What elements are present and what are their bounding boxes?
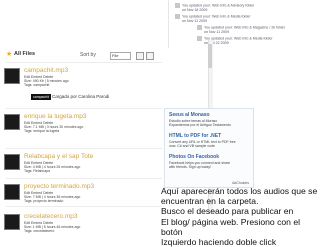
caption-line: Busco el deseado para publicar en (161, 206, 294, 217)
file-row[interactable]: Relabcapa y el sap Tote Edit Embed Delet… (4, 150, 164, 174)
update-avatar-icon (175, 14, 180, 19)
update-date: on Nov 11 2009 (204, 30, 230, 34)
file-thumbnail[interactable] (4, 114, 20, 130)
file-tags[interactable]: Tags: Relabcapa (24, 169, 50, 173)
row-divider (6, 148, 162, 149)
file-tags[interactable]: Tags: campachit (24, 83, 49, 87)
instruction-caption: Aquí aparecerán todos los audios que se … (161, 186, 319, 247)
file-thumbnail[interactable] (4, 184, 20, 200)
caption-line: El blog/ página web. Presiono con el bot… (161, 216, 301, 237)
ad-text: Expandemos por el Antiguo Testamento (169, 123, 231, 127)
file-thumbnail[interactable] (4, 154, 20, 170)
row-divider (6, 206, 162, 207)
row-divider (6, 178, 162, 179)
updates-panel: You updated your: Web Info & Advisory fo… (168, 0, 320, 48)
file-tags[interactable]: Tags: enrique la lugeta (24, 129, 59, 133)
file-name-link[interactable]: enrique la lugeta.mp3 (24, 113, 87, 120)
ad-title-link[interactable]: Seeus al Monaso (169, 112, 210, 118)
file-thumbnail[interactable] (4, 214, 20, 230)
ad-text: with friends. Sign up today! (169, 165, 212, 169)
list-view-icon[interactable] (136, 52, 144, 60)
update-avatar-icon (197, 25, 202, 30)
row-divider (6, 108, 162, 109)
file-name-link[interactable]: campachit.mp3 (24, 67, 68, 74)
grid-view-icon[interactable] (146, 52, 154, 60)
file-row[interactable]: crecelatecero.mp3 Edit Embed Delete Size… (4, 210, 164, 234)
file-row[interactable]: enrique la lugeta.mp3 Edit Embed Delete … (4, 110, 164, 134)
file-tags[interactable]: Tags: crecelatecero (24, 229, 54, 233)
caption-line: encuentran en la carpeta. (161, 196, 259, 207)
uploaded-by-label: Cargado por Carolina Parodi (52, 94, 110, 99)
sort-label: Sort by (80, 52, 96, 58)
file-tags[interactable]: Tags: proyecto terminado (24, 199, 63, 203)
sort-select[interactable]: File (110, 52, 131, 60)
ad-title-link[interactable]: HTML to PDF for .NET (169, 133, 221, 139)
adchoices-label[interactable]: AdChoices (232, 181, 249, 185)
file-row[interactable]: proyecto terminado.mp3 Edit Embed Delete… (4, 180, 164, 204)
files-title: All Files (14, 51, 36, 57)
update-avatar-icon (175, 3, 180, 8)
caption-line: Izquierdo haciendo doble click (161, 237, 277, 247)
update-avatar-icon (197, 36, 202, 41)
file-tooltip: campachit (31, 94, 51, 100)
ads-panel: Seeus al Monaso Estudio sobre temas al M… (164, 108, 254, 188)
file-name-link[interactable]: proyecto terminado.mp3 (24, 183, 94, 190)
update-date: on Nov 18 2009 (182, 8, 208, 12)
ad-text: now. C# and VB sample code (169, 144, 215, 148)
file-name-link[interactable]: Relabcapa y el sap Tote (24, 153, 93, 160)
header-divider (6, 62, 162, 63)
scrollbar-thumb[interactable] (208, 44, 212, 68)
ad-title-link[interactable]: Photos On Facebook (169, 154, 219, 160)
caption-line: Aquí aparecerán todos los audios que se (161, 186, 318, 196)
file-name-link[interactable]: crecelatecero.mp3 (24, 213, 77, 220)
star-icon: ★ (6, 51, 13, 58)
update-date: on Nov 11 2009 (182, 19, 208, 23)
file-row[interactable]: campachit.mp3 Edit Embed Delete Size: 49… (4, 64, 164, 88)
file-thumbnail[interactable] (4, 68, 20, 84)
